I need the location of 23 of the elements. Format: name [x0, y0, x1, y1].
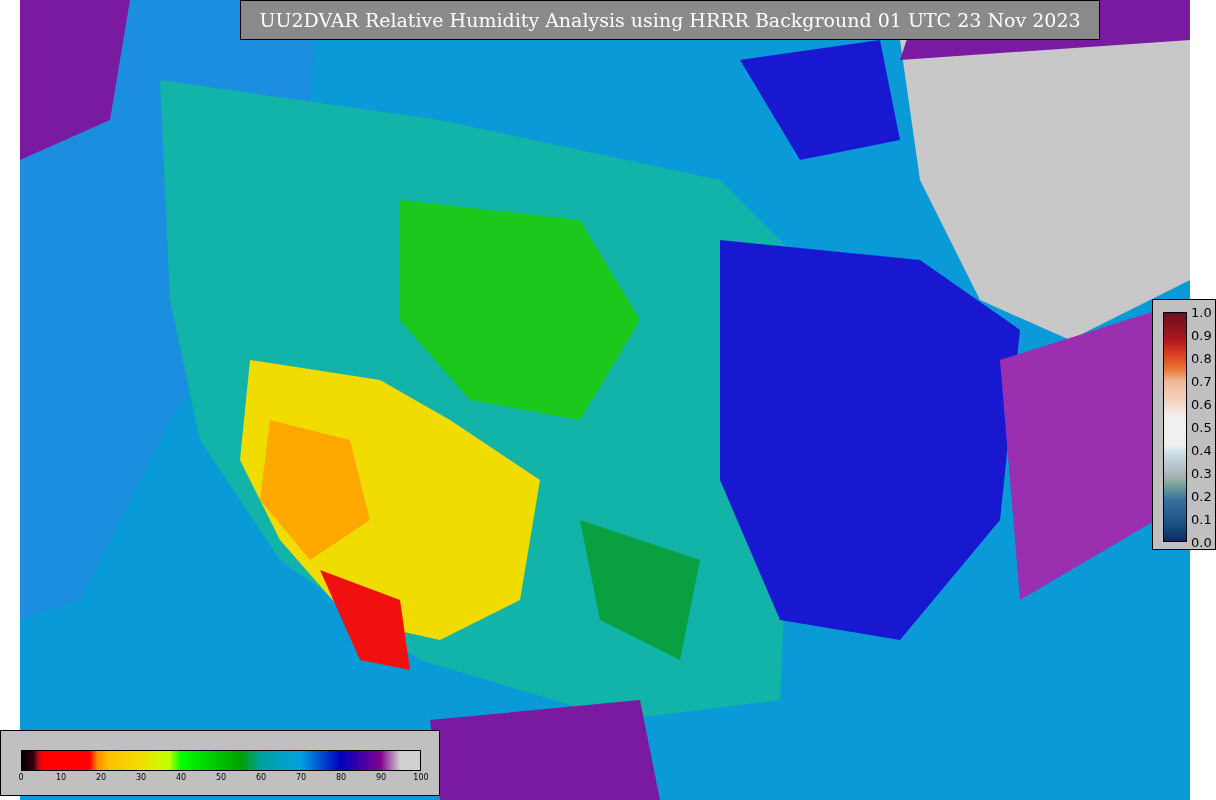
- scale-tick-label: 0: [18, 774, 24, 782]
- scale-tick-label: 0.9: [1191, 328, 1212, 342]
- scale-tick-label: 50: [215, 774, 227, 782]
- scale-tick-label: 1.0: [1191, 305, 1212, 319]
- scale-tick-label: 70: [295, 774, 307, 782]
- scale-tick-label: 0.6: [1191, 397, 1212, 411]
- scale-tick-label: 0.4: [1191, 443, 1212, 457]
- scale-tick-label: 0.2: [1191, 489, 1212, 503]
- scale-tick-label: 20: [95, 774, 107, 782]
- scale-tick-label: 60: [255, 774, 267, 782]
- scale-tick-label: 0.1: [1191, 512, 1212, 526]
- scale-tick-label: 100: [413, 774, 429, 782]
- title-banner: UU2DVAR Relative Humidity Analysis using HRRR Background 01 UTC 23 Nov 2023: [240, 0, 1100, 40]
- scale-tick-label: 0.5: [1191, 420, 1212, 434]
- scale-tick-label: 90: [375, 774, 387, 782]
- scale-tick-label: 0.0: [1191, 535, 1212, 549]
- scale-tick-label: 30: [135, 774, 147, 782]
- scale-tick-label: 40: [175, 774, 187, 782]
- scale-tick-label: 0.8: [1191, 351, 1212, 365]
- scale-tick-label: 10: [55, 774, 67, 782]
- scale-tick-label: 0.3: [1191, 466, 1212, 480]
- scale-tick-label: 80: [335, 774, 347, 782]
- scale-tick-label: 0.7: [1191, 374, 1212, 388]
